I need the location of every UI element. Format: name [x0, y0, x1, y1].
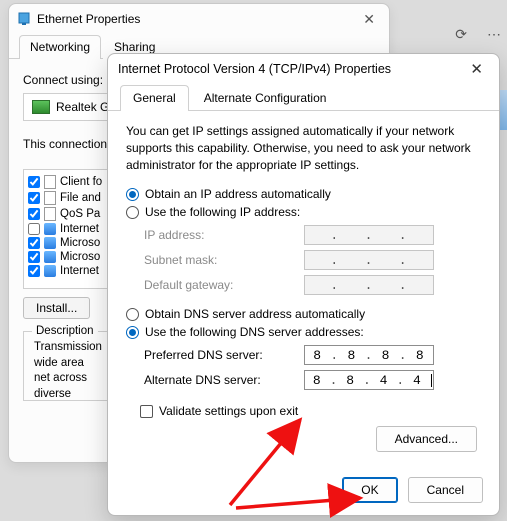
list-item[interactable]: Microso: [28, 250, 104, 264]
item-label: Internet: [60, 223, 99, 235]
protocol-icon: [44, 237, 56, 249]
cancel-button[interactable]: Cancel: [408, 477, 483, 503]
browser-controls: ⟳ ⋯: [455, 26, 501, 43]
subnet-mask-label: Subnet mask:: [144, 253, 304, 267]
tab-alternate-configuration[interactable]: Alternate Configuration: [191, 85, 340, 111]
ethernet-titlebar: Ethernet Properties ✕: [9, 4, 389, 34]
menu-dots-icon[interactable]: ⋯: [487, 26, 501, 43]
ipv4-properties-window: Internet Protocol Version 4 (TCP/IPv4) P…: [107, 53, 500, 516]
tab-general[interactable]: General: [120, 85, 189, 111]
intro-text: You can get IP settings assigned automat…: [126, 123, 481, 173]
ip-address-label: IP address:: [144, 228, 304, 242]
radio-selected-icon: [126, 326, 139, 339]
radio-label: Use the following DNS server addresses:: [145, 325, 364, 339]
checkbox-icon: [140, 405, 153, 418]
file-icon: [44, 175, 56, 189]
tab-networking[interactable]: Networking: [19, 35, 101, 59]
ethernet-title: Ethernet Properties: [37, 12, 140, 26]
list-item[interactable]: Client fo: [28, 174, 104, 190]
item-label: Client fo: [60, 176, 102, 188]
default-gateway-field: ...: [304, 275, 434, 295]
connection-items-list[interactable]: Client fo File and QoS Pa Internet Microso Mi…: [23, 169, 109, 289]
radio-label: Use the following IP address:: [145, 205, 300, 219]
item-label: Microso: [60, 251, 100, 263]
ipv4-tabs: General Alternate Configuration: [108, 84, 499, 111]
item-label: Microso: [60, 237, 100, 249]
radio-label: Obtain an IP address automatically: [145, 187, 331, 201]
preferred-dns-field[interactable]: 8. 8. 8. 8: [304, 345, 434, 365]
description-group: Description Transmission wide area net a…: [23, 331, 109, 401]
validate-label: Validate settings upon exit: [159, 404, 298, 418]
item-label: File and: [60, 192, 101, 204]
description-legend: Description: [32, 324, 98, 340]
validate-checkbox[interactable]: Validate settings upon exit: [140, 404, 481, 418]
ok-button[interactable]: OK: [342, 477, 397, 503]
file-icon: [44, 191, 56, 205]
item-checkbox[interactable]: [28, 251, 40, 263]
description-text: Transmission wide area net across divers…: [34, 341, 102, 400]
item-checkbox[interactable]: [28, 223, 40, 235]
ethernet-icon: [17, 12, 31, 26]
item-checkbox[interactable]: [28, 192, 40, 204]
radio-use-following-dns[interactable]: Use the following DNS server addresses:: [126, 325, 481, 339]
item-checkbox[interactable]: [28, 176, 40, 188]
item-checkbox[interactable]: [28, 208, 40, 220]
radio-icon: [126, 206, 139, 219]
radio-obtain-ip-auto[interactable]: Obtain an IP address automatically: [126, 187, 481, 201]
advanced-button[interactable]: Advanced...: [376, 426, 477, 452]
radio-icon: [126, 308, 139, 321]
ip-address-field: ...: [304, 225, 434, 245]
list-item[interactable]: Internet: [28, 222, 104, 236]
item-checkbox[interactable]: [28, 237, 40, 249]
list-item[interactable]: File and: [28, 190, 104, 206]
preferred-dns-label: Preferred DNS server:: [144, 348, 304, 362]
radio-use-following-ip[interactable]: Use the following IP address:: [126, 205, 481, 219]
subnet-mask-field: ...: [304, 250, 434, 270]
list-item[interactable]: QoS Pa: [28, 206, 104, 222]
install-button[interactable]: Install...: [23, 297, 90, 319]
close-icon[interactable]: ✕: [464, 58, 489, 80]
adapter-name: Realtek G: [56, 100, 109, 114]
alternate-dns-field[interactable]: 8. 8. 4. 4: [304, 370, 434, 390]
adapter-icon: [32, 100, 50, 114]
protocol-icon: [44, 223, 56, 235]
item-label: QoS Pa: [60, 208, 100, 220]
protocol-icon: [44, 251, 56, 263]
list-item[interactable]: Internet: [28, 264, 104, 278]
alternate-dns-label: Alternate DNS server:: [144, 373, 304, 387]
ipv4-titlebar: Internet Protocol Version 4 (TCP/IPv4) P…: [108, 54, 499, 84]
default-gateway-label: Default gateway:: [144, 278, 304, 292]
radio-label: Obtain DNS server address automatically: [145, 307, 365, 321]
item-checkbox[interactable]: [28, 265, 40, 277]
radio-selected-icon: [126, 188, 139, 201]
protocol-icon: [44, 265, 56, 277]
item-label: Internet: [60, 265, 99, 277]
ipv4-title: Internet Protocol Version 4 (TCP/IPv4) P…: [118, 62, 391, 76]
list-item[interactable]: Microso: [28, 236, 104, 250]
close-icon[interactable]: ✕: [357, 9, 381, 30]
file-icon: [44, 207, 56, 221]
radio-obtain-dns-auto[interactable]: Obtain DNS server address automatically: [126, 307, 481, 321]
refresh-icon[interactable]: ⟳: [455, 26, 467, 43]
